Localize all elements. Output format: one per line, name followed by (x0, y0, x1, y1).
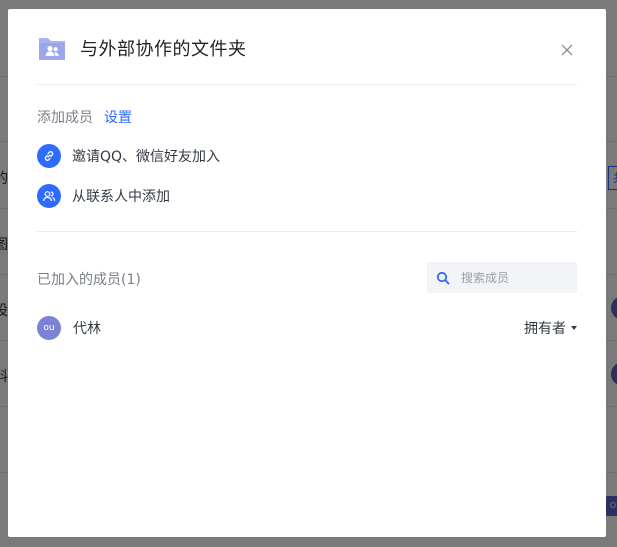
header-divider (37, 84, 577, 85)
search-icon (436, 271, 450, 284)
section-divider (37, 231, 577, 232)
collaboration-dialog: 与外部协作的文件夹 添加成员 设置 邀请QQ、微信好友加入 从联系人中添加 已加… (8, 9, 606, 537)
member-role-dropdown[interactable]: 拥有者 (524, 318, 577, 338)
joined-members-label: 已加入的成员(1) (37, 272, 141, 288)
add-members-row: 添加成员 设置 (37, 107, 132, 127)
link-icon (37, 144, 61, 168)
invite-qq-wechat-option[interactable]: 邀请QQ、微信好友加入 (37, 144, 220, 168)
add-from-contacts-label: 从联系人中添加 (72, 189, 170, 205)
dialog-header: 与外部协作的文件夹 (37, 33, 577, 63)
folder-people-icon (39, 38, 65, 60)
contacts-icon (37, 184, 61, 208)
dialog-title: 与外部协作的文件夹 (80, 39, 247, 60)
avatar: ou (37, 316, 61, 340)
caret-down-icon (571, 326, 577, 330)
member-name: 代林 (73, 321, 101, 337)
member-role-label: 拥有者 (524, 321, 566, 337)
member-search[interactable] (427, 262, 577, 293)
member-row: ou 代林 拥有者 (37, 316, 577, 340)
add-members-label: 添加成员 (37, 110, 93, 126)
invite-qq-wechat-label: 邀请QQ、微信好友加入 (72, 149, 221, 165)
settings-link[interactable]: 设置 (104, 107, 132, 127)
add-from-contacts-option[interactable]: 从联系人中添加 (37, 184, 170, 208)
close-icon[interactable] (560, 43, 574, 57)
member-search-input[interactable] (459, 269, 573, 286)
